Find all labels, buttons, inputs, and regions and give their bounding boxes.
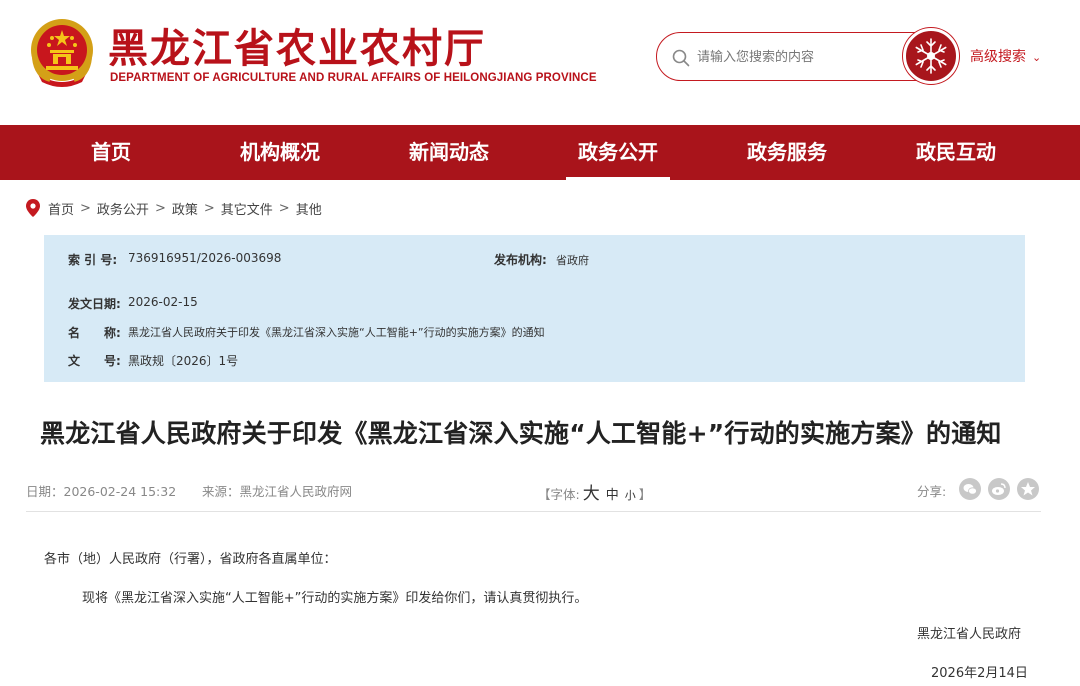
sign-date-text: 2026年2月14日 [931,666,1028,681]
breadcrumb-separator: > [80,200,91,216]
advanced-search-link[interactable]: 高级搜索 ⌄ [970,46,1041,66]
article-title: 黑龙江省人民政府关于印发《黑龙江省深入实施“人工智能+”行动的实施方案》的通知 [40,419,1002,448]
nav-item-news[interactable]: 新闻动态 [397,125,501,180]
site-subtitle: DEPARTMENT OF AGRICULTURE AND RURAL AFFA… [110,72,597,84]
body-paragraph: 现将《黑龙江省深入实施“人工智能+”行动的实施方案》印发给你们，请认真贯彻执行。 [82,591,588,606]
nav-item-gov-services[interactable]: 政务服务 [735,125,839,180]
wechat-share-icon[interactable] [959,478,981,500]
national-emblem-icon[interactable] [28,16,96,88]
nav-item-interaction[interactable]: 政民互动 [904,125,1008,180]
font-size-small-button[interactable]: 小 [625,487,636,503]
advanced-search-label: 高级搜索 [970,49,1026,65]
breadcrumb-home[interactable]: 首页 [48,199,74,218]
font-size-suffix: 】 [638,487,652,502]
breadcrumb-separator: > [278,200,290,216]
search-button[interactable] [903,28,959,84]
index-number-label: 索 引 号: [68,253,118,267]
breadcrumb-separator: > [154,200,166,216]
weibo-share-icon[interactable] [988,478,1010,500]
share-label: 分享: [917,484,947,499]
publisher-label: 发布机构: [494,253,547,267]
salutation-text: 各市（地）人民政府（行署），省政府各直属单位： [44,552,337,567]
index-number-value: 736916951/2026-003698 [128,251,282,265]
meta-divider [26,511,1041,512]
main-nav: 首页 机构概况 新闻动态 政务公开 政务服务 政民互动 [0,125,1080,180]
doc-name-label: 名 称: [68,326,121,340]
location-pin-icon [26,199,40,217]
breadcrumb-other[interactable]: 其他 [296,199,322,218]
search-input[interactable] [697,45,887,69]
doc-number-value: 黑政规〔2026〕1号 [128,354,239,368]
nav-item-home[interactable]: 首页 [70,125,152,180]
article-date: 日期：2026-02-24 15:32 [26,484,177,499]
qzone-share-icon[interactable] [1017,478,1039,500]
document-info-box: 索 引 号: 736916951/2026-003698 发布机构: 省政府 发… [44,235,1025,382]
nav-item-gov-affairs[interactable]: 政务公开 [566,125,670,180]
breadcrumb: 首页 > 政务公开 > 政策 > 其它文件 > 其他 [26,198,322,218]
article-source: 来源：黑龙江省人民政府网 [202,484,353,499]
breadcrumb-other-files[interactable]: 其它文件 [221,199,273,218]
nav-item-about[interactable]: 机构概况 [228,125,332,180]
doc-name-value: 黑龙江省人民政府关于印发《黑龙江省深入实施“人工智能+”行动的实施方案》的通知 [128,326,545,339]
site-title[interactable]: 黑龙江省农业农村厅 [108,16,486,74]
font-size-medium-button[interactable]: 中 [606,484,619,503]
font-size-large-button[interactable]: 大 [583,479,600,504]
search-box [656,32,942,81]
publisher-value: 省政府 [556,254,589,267]
font-size-control: 【字体: 大 中 小 】 [538,479,651,504]
chevron-down-icon: ⌄ [1032,51,1042,64]
breadcrumb-policy[interactable]: 政策 [172,199,198,218]
breadcrumb-gov-affairs[interactable]: 政务公开 [97,199,149,218]
doc-number-label: 文 号: [68,354,121,368]
search-icon [672,49,690,67]
font-size-prefix: 【字体: [538,487,580,502]
snowflake-icon [915,38,947,74]
signature-text: 黑龙江省人民政府 [917,627,1022,642]
issue-date-label: 发文日期: [68,297,121,311]
issue-date-value: 2026-02-15 [128,295,198,309]
site-header: 黑龙江省农业农村厅 DEPARTMENT OF AGRICULTURE AND … [0,0,1080,125]
breadcrumb-separator: > [203,200,215,216]
